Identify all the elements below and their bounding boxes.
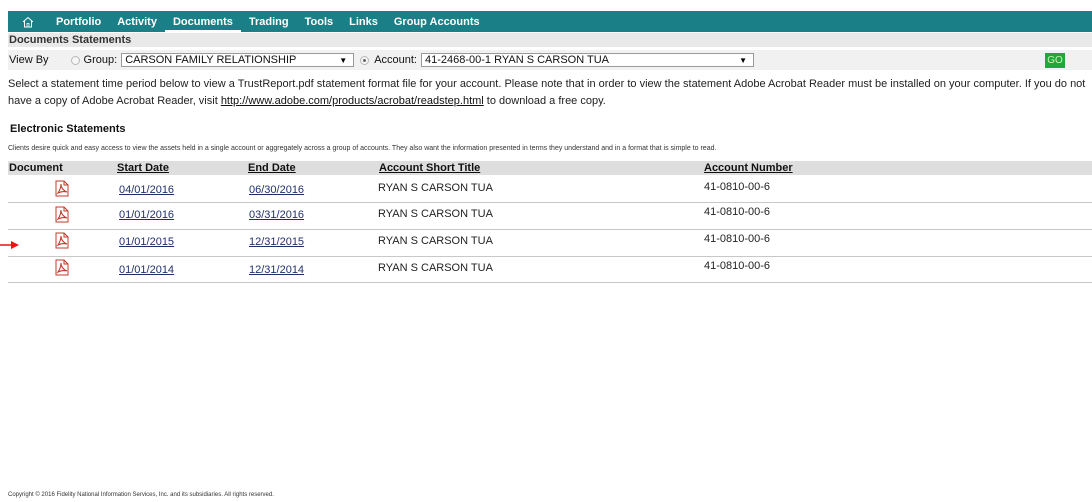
- pdf-icon[interactable]: [54, 259, 70, 279]
- end-date-link[interactable]: 12/31/2015: [249, 236, 304, 248]
- start-date-link[interactable]: 04/01/2016: [119, 184, 174, 196]
- end-date-link[interactable]: 12/31/2014: [249, 264, 304, 276]
- nav-links[interactable]: Links: [341, 11, 386, 32]
- start-date-link[interactable]: 01/01/2016: [119, 209, 174, 221]
- pdf-icon[interactable]: [54, 206, 70, 226]
- dropdown-arrow-icon: ▼: [739, 56, 747, 65]
- account-number: 41-0810-00-6: [704, 206, 771, 218]
- account-number: 41-0810-00-6: [704, 181, 771, 193]
- nav-activity[interactable]: Activity: [109, 11, 165, 32]
- go-button[interactable]: GO: [1045, 53, 1065, 68]
- intro-text-part2: to download a free copy.: [483, 95, 606, 107]
- top-nav: Portfolio Activity Documents Trading Too…: [8, 11, 1092, 32]
- account-number: 41-0810-00-6: [704, 233, 771, 245]
- nav-group-accounts[interactable]: Group Accounts: [386, 11, 488, 32]
- view-by-label: View By: [9, 54, 49, 66]
- section-title: Electronic Statements: [10, 123, 126, 135]
- nav-tools[interactable]: Tools: [297, 11, 342, 32]
- nav-portfolio[interactable]: Portfolio: [48, 11, 109, 32]
- group-select[interactable]: CARSON FAMILY RELATIONSHIP ▼: [121, 53, 355, 67]
- group-select-value: CARSON FAMILY RELATIONSHIP: [125, 54, 297, 66]
- account-label: Account:: [374, 54, 417, 66]
- table-row: 04/01/2016 06/30/2016 RYAN S CARSON TUA …: [8, 176, 1092, 203]
- section-description: Clients desire quick and easy access to …: [8, 145, 717, 152]
- view-by-bar: View By Group: CARSON FAMILY RELATIONSHI…: [8, 50, 1092, 70]
- page-title: Documents Statements: [9, 34, 132, 46]
- table-row: 01/01/2016 03/31/2016 RYAN S CARSON TUA …: [8, 203, 1092, 230]
- group-label: Group:: [83, 54, 118, 66]
- dropdown-arrow-icon: ▼: [339, 56, 348, 65]
- account-short-title: RYAN S CARSON TUA: [378, 235, 493, 247]
- pdf-icon[interactable]: [54, 180, 70, 200]
- group-radio[interactable]: [70, 55, 80, 65]
- page-title-bar: Documents Statements: [8, 33, 1092, 47]
- copyright-footer: Copyright © 2016 Fidelity National Infor…: [8, 492, 274, 498]
- table-header: Document Start Date End Date Account Sho…: [8, 161, 1092, 175]
- table-row: 01/01/2014 12/31/2014 RYAN S CARSON TUA …: [8, 256, 1092, 283]
- pdf-icon[interactable]: [54, 232, 70, 252]
- account-short-title: RYAN S CARSON TUA: [378, 208, 493, 220]
- end-date-link[interactable]: 06/30/2016: [249, 184, 304, 196]
- nav-trading[interactable]: Trading: [241, 11, 297, 32]
- account-short-title: RYAN S CARSON TUA: [378, 182, 493, 194]
- red-arrow-pointer-icon: [0, 236, 20, 254]
- table-row: 01/01/2015 12/31/2015 RYAN S CARSON TUA …: [8, 230, 1092, 257]
- end-date-link[interactable]: 03/31/2016: [249, 209, 304, 221]
- adobe-link[interactable]: http://www.adobe.com/products/acrobat/re…: [221, 95, 484, 107]
- header-start-date[interactable]: Start Date: [117, 162, 169, 174]
- account-radio[interactable]: [360, 55, 370, 65]
- header-end-date[interactable]: End Date: [248, 162, 296, 174]
- header-account-short-title[interactable]: Account Short Title: [379, 162, 480, 174]
- header-account-number[interactable]: Account Number: [704, 162, 793, 174]
- account-select-value: 41-2468-00-1 RYAN S CARSON TUA: [425, 54, 610, 66]
- home-icon[interactable]: [8, 11, 48, 32]
- nav-documents[interactable]: Documents: [164, 11, 241, 32]
- account-short-title: RYAN S CARSON TUA: [378, 262, 493, 274]
- header-document: Document: [9, 162, 63, 174]
- start-date-link[interactable]: 01/01/2015: [119, 236, 174, 248]
- start-date-link[interactable]: 01/01/2014: [119, 264, 174, 276]
- account-select[interactable]: 41-2468-00-1 RYAN S CARSON TUA ▼: [421, 53, 754, 67]
- account-number: 41-0810-00-6: [704, 260, 771, 272]
- intro-text: Select a statement time period below to …: [8, 76, 1092, 110]
